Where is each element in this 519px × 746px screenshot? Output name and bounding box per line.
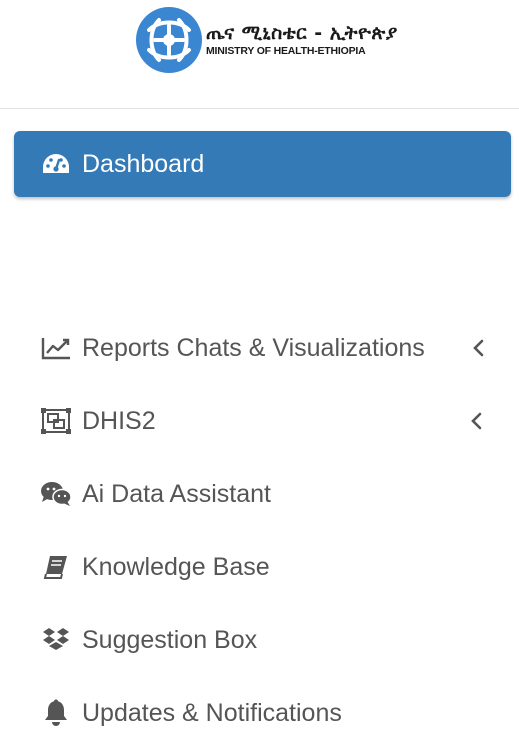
moh-emblem-icon[interactable] [135,6,203,74]
dashboard-gauge-icon [40,150,72,178]
chat-bubbles-icon [40,480,72,508]
sidebar-item-dashboard[interactable]: Dashboard [14,131,511,197]
sidebar-item-reports[interactable]: Reports Chats & Visualizations [14,315,511,381]
line-chart-icon [40,334,72,362]
sidebar-item-ai-assistant[interactable]: Ai Data Assistant [14,461,511,527]
object-group-icon [40,407,72,435]
dropbox-icon [40,626,72,654]
sidebar-item-knowledge-base[interactable]: Knowledge Base [14,534,511,600]
brand-name-amharic: ጤና ሚኒስቴር - ኢትዮጵያ [206,22,398,44]
brand-text: ጤና ሚኒስቴር - ኢትዮጵያ MINISTRY OF HEALTH-ETHI… [206,24,398,57]
sidebar-item-notifications[interactable]: Updates & Notifications [14,680,511,746]
chevron-left-icon[interactable] [471,338,485,358]
sidebar-item-dhis2[interactable]: DHIS2 [14,388,511,454]
sidebar-item-suggestion-box[interactable]: Suggestion Box [14,607,511,673]
sidebar-item-label: Ai Data Assistant [82,479,271,508]
bell-icon [40,699,72,727]
sidebar-item-label: Reports Chats & Visualizations [82,333,425,362]
sidebar-item-label: Updates & Notifications [82,698,342,727]
chevron-left-icon[interactable] [469,411,483,431]
brand-name-english: MINISTRY OF HEALTH-ETHIOPIA [206,45,366,57]
sidebar-item-label: Suggestion Box [82,625,258,654]
brand-header: ጤና ሚኒስቴር - ኢትዮጵያ MINISTRY OF HEALTH-ETHI… [0,0,519,109]
sidebar-item-label: Knowledge Base [82,552,270,581]
book-icon [40,553,72,581]
sidebar-item-label: Dashboard [82,149,205,178]
sidebar-item-label: DHIS2 [82,406,156,435]
